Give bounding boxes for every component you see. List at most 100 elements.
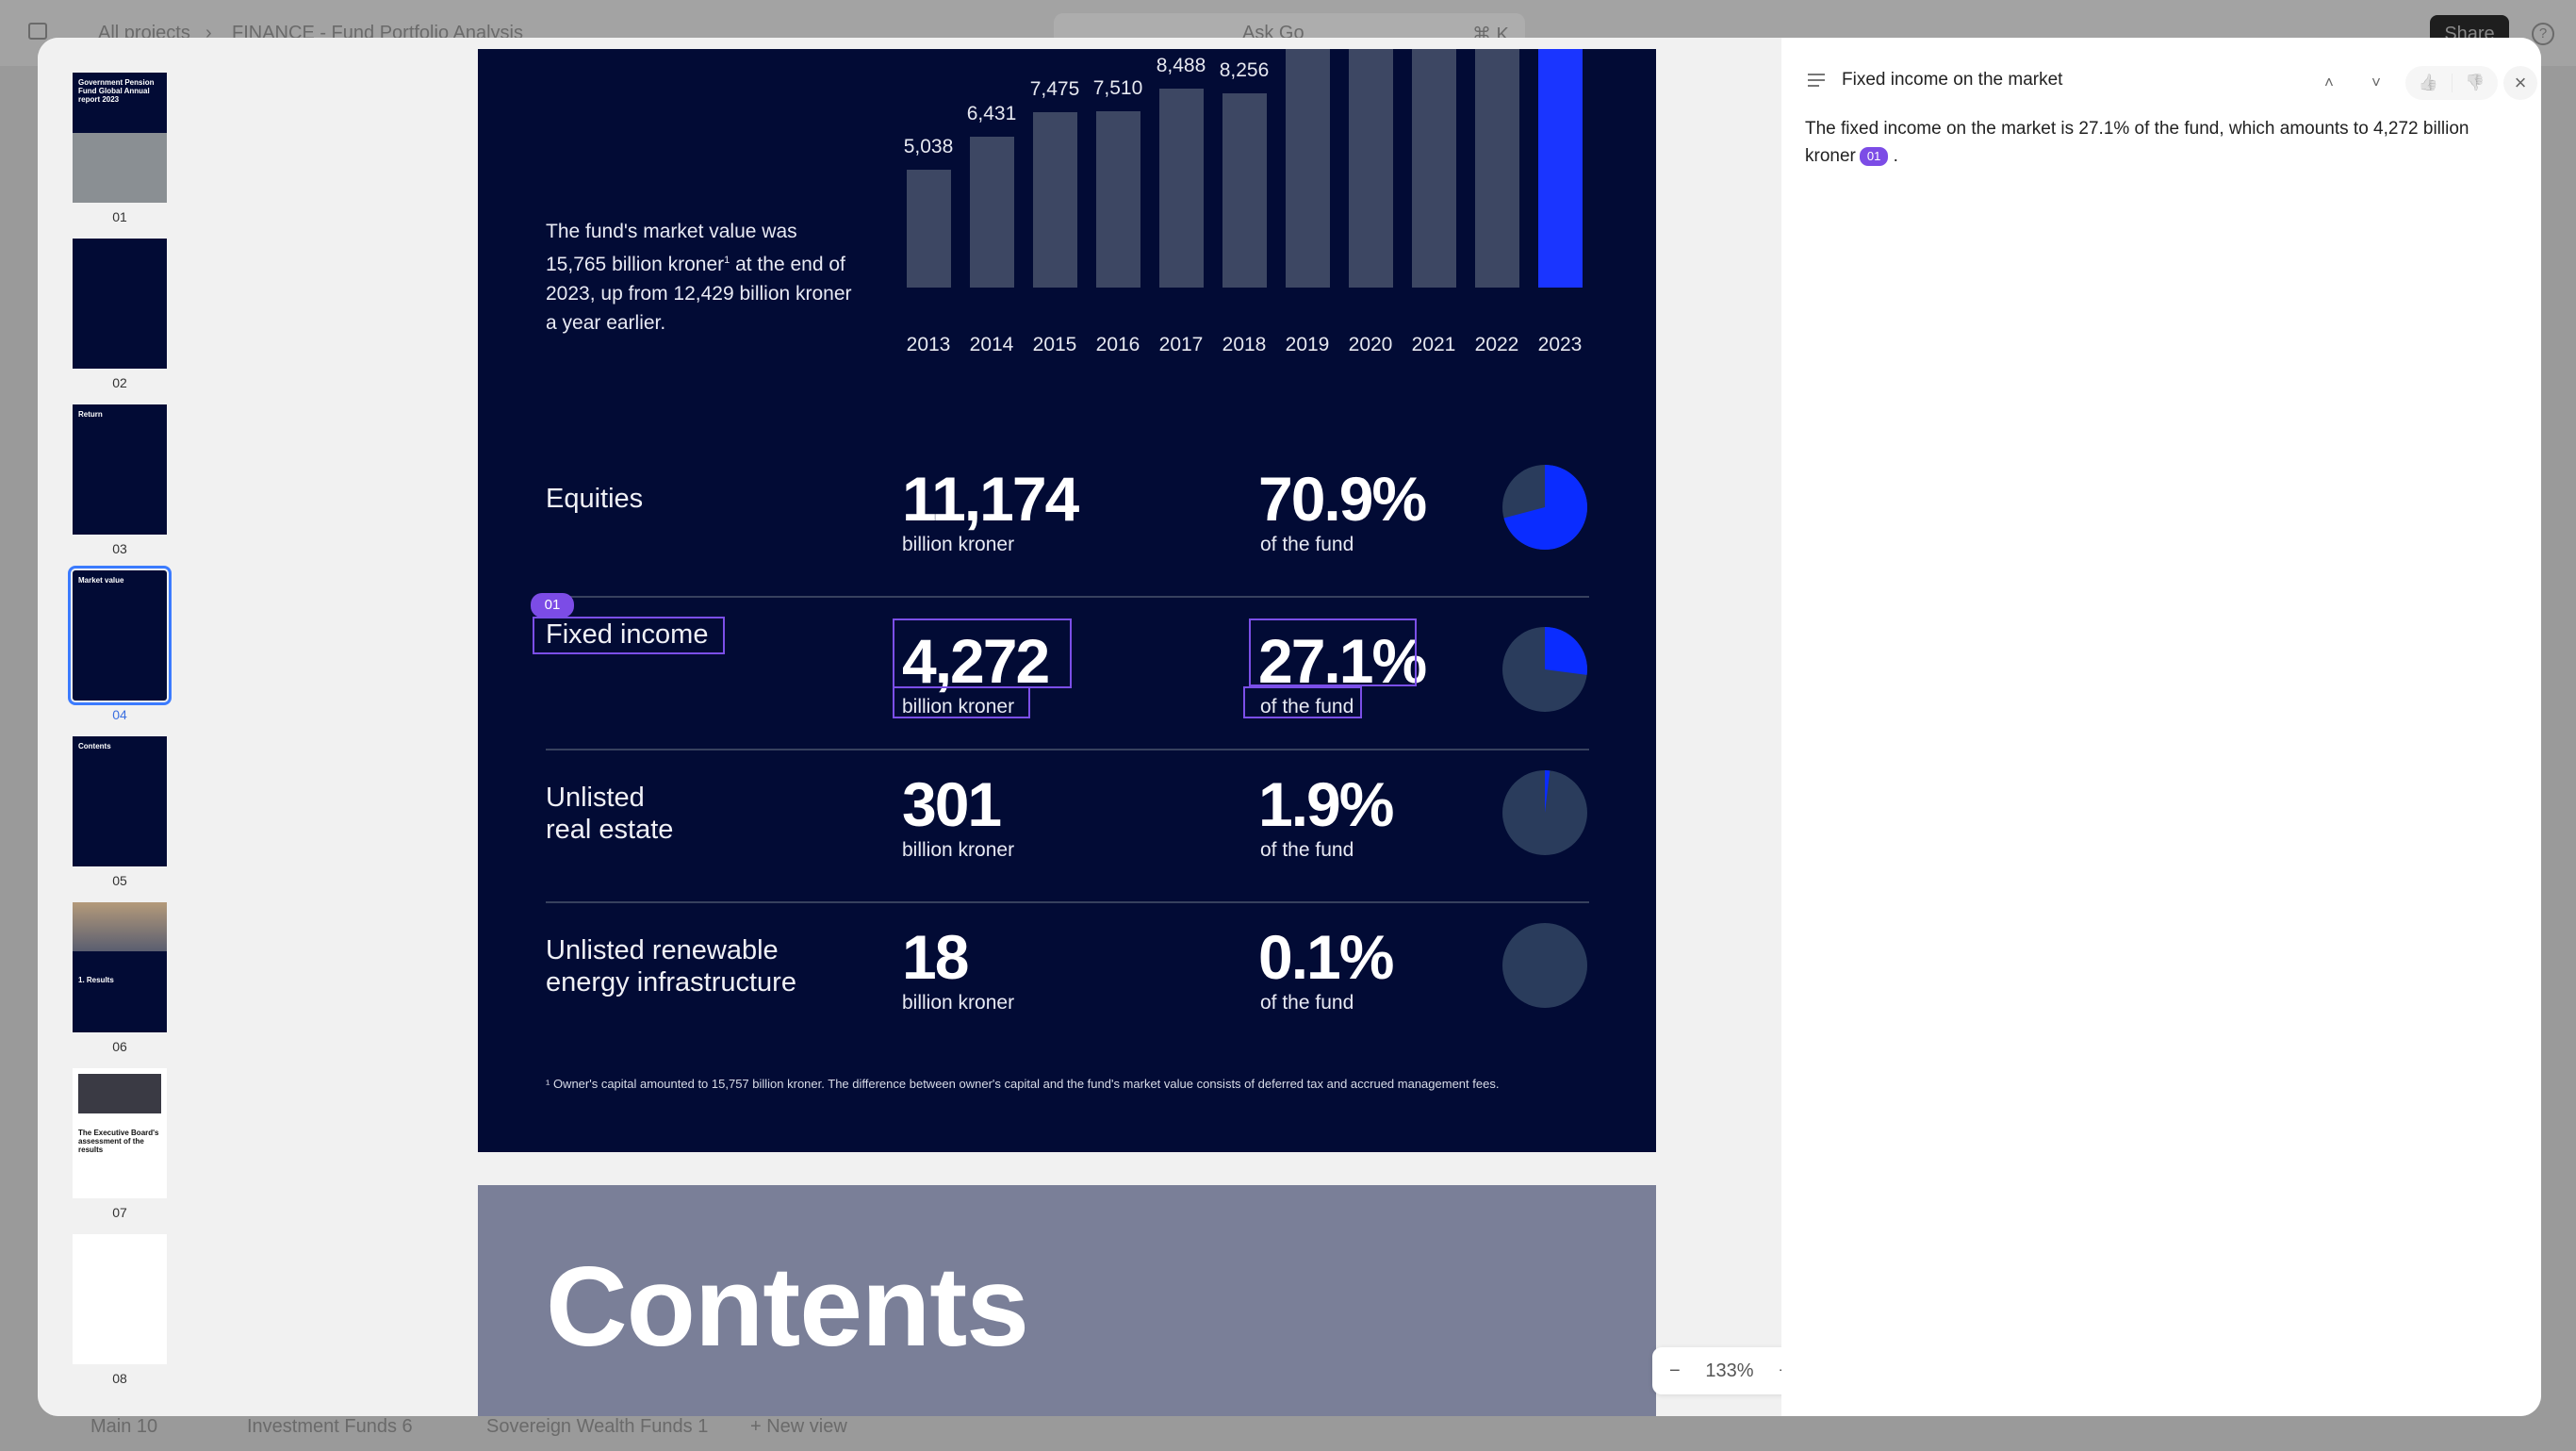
thumbnail-number: 04 bbox=[112, 707, 127, 722]
highlight-badge[interactable]: 01 bbox=[531, 593, 574, 618]
next-chevron-down-icon[interactable]: ˅ bbox=[2362, 66, 2390, 100]
row-unit: billion kroner bbox=[902, 992, 1015, 1014]
pie-rest bbox=[1502, 923, 1587, 1008]
bar-2020 bbox=[1349, 49, 1393, 288]
pie-share bbox=[1545, 627, 1587, 675]
asset-class-row: Equities 11,174 billion kroner 70.9% of … bbox=[478, 445, 1656, 598]
row-label-line: Unlisted renewable bbox=[546, 935, 779, 965]
share-pie-chart bbox=[1501, 626, 1588, 713]
feedback-group: 👍 👎 bbox=[2405, 66, 2498, 100]
bar-2018 bbox=[1222, 93, 1267, 288]
thumbnail-title: The Executive Board's assessment of the … bbox=[78, 1129, 159, 1154]
panel-answer: The fixed income on the market is 27.1% … bbox=[1805, 119, 2469, 166]
year-tick-label: 2023 bbox=[1537, 334, 1583, 355]
previous-chevron-up-icon[interactable]: ˄ bbox=[2315, 66, 2343, 100]
share-pie-chart bbox=[1501, 464, 1588, 551]
intro-text: The fund's market value was 15,765 billi… bbox=[546, 221, 852, 334]
citation-badge[interactable]: 01 bbox=[1859, 146, 1889, 166]
thumbnail-number: 05 bbox=[112, 873, 127, 888]
thumbnail-title: 1. Results bbox=[78, 976, 114, 984]
zoom-level: 133% bbox=[1705, 1360, 1754, 1381]
document-viewer[interactable]: The fund's market value was 15,765 billi… bbox=[240, 38, 1807, 1416]
bar-2016 bbox=[1096, 111, 1140, 288]
bar-value-label: 5,038 bbox=[903, 135, 954, 157]
row-unit: billion kroner bbox=[902, 534, 1015, 555]
asset-class-row: Unlisted renewable energy infrastructure … bbox=[478, 903, 1656, 1056]
thumbnail-page-08[interactable] bbox=[73, 1234, 167, 1364]
row-percent: 70.9% bbox=[1258, 464, 1427, 534]
page-market-value: The fund's market value was 15,765 billi… bbox=[478, 49, 1656, 1152]
asset-class-row: Fixed income 4,272 billion kroner 27.1% … bbox=[478, 593, 1656, 750]
highlight-box-percent bbox=[1249, 618, 1417, 686]
contents-heading: Contents bbox=[546, 1244, 1029, 1370]
row-percent-unit: of the fund bbox=[1260, 534, 1354, 555]
citation-panel: Fixed income on the market ˄ ˅ 👍 👎 × The… bbox=[1781, 38, 2541, 1416]
row-percent: 1.9% bbox=[1258, 769, 1394, 839]
page-contents: Contents bbox=[478, 1185, 1656, 1416]
bar-2019 bbox=[1286, 49, 1330, 288]
bar-2015 bbox=[1033, 111, 1077, 288]
thumbnail-title: Return bbox=[78, 410, 103, 419]
page-thumbnails[interactable]: Government Pension Fund Global Annual re… bbox=[38, 38, 240, 1416]
view-tab-investment-funds[interactable]: Investment Funds 6 bbox=[247, 1416, 413, 1438]
row-label-line: energy infrastructure bbox=[546, 967, 796, 998]
thumbnail-number: 03 bbox=[112, 541, 127, 556]
bar-value-label: 6,431 bbox=[966, 102, 1017, 124]
row-label-line: real estate bbox=[546, 815, 674, 845]
footnote: ¹ Owner's capital amounted to 15,757 bil… bbox=[546, 1077, 1500, 1091]
bar-value-label: 8,256 bbox=[1219, 59, 1270, 82]
view-tab-main[interactable]: Main 10 bbox=[90, 1416, 157, 1438]
row-value: 11,174 bbox=[902, 464, 1079, 534]
view-tabs: Main 10 Investment Funds 6 Sovereign Wea… bbox=[0, 1416, 2576, 1451]
row-label-line: Unlisted bbox=[546, 783, 645, 813]
share-pie-chart bbox=[1501, 769, 1588, 856]
row-unit: billion kroner bbox=[902, 839, 1015, 861]
thumbnail-page-02[interactable] bbox=[73, 239, 167, 369]
thumbnail-page-01[interactable]: Government Pension Fund Global Annual re… bbox=[73, 73, 167, 203]
asset-class-row: Unlisted real estate 301 billion kroner 1… bbox=[478, 750, 1656, 903]
close-icon[interactable]: × bbox=[2503, 66, 2537, 100]
thumbnail-number: 08 bbox=[112, 1371, 127, 1386]
panel-title: Fixed income on the market bbox=[1842, 70, 2063, 90]
bar-2014 bbox=[970, 136, 1014, 288]
row-label: Unlisted real estate bbox=[546, 782, 673, 846]
bar-2022 bbox=[1475, 49, 1519, 288]
thumbnail-number: 01 bbox=[112, 209, 127, 224]
thumbnail-page-06[interactable]: 1. Results bbox=[73, 902, 167, 1032]
thumbnail-number: 06 bbox=[112, 1039, 127, 1054]
thumbnail-page-03[interactable]: Return bbox=[73, 404, 167, 535]
row-percent-unit: of the fund bbox=[1260, 839, 1354, 861]
thumbnail-title: Contents bbox=[78, 742, 111, 750]
highlight-box-unit bbox=[893, 686, 1030, 718]
zoom-out-button[interactable]: − bbox=[1669, 1360, 1681, 1382]
thumbnail-page-05[interactable]: Contents bbox=[73, 736, 167, 866]
document-viewer-modal: Government Pension Fund Global Annual re… bbox=[38, 38, 2541, 1416]
bar-2013 bbox=[907, 169, 951, 288]
thumbnail-title: Government Pension Fund Global Annual re… bbox=[78, 78, 155, 104]
thumbnail-number: 07 bbox=[112, 1205, 127, 1220]
thumbnail-page-07[interactable]: The Executive Board's assessment of the … bbox=[73, 1068, 167, 1198]
list-icon bbox=[1808, 74, 1825, 91]
row-label: Unlisted renewable energy infrastructure bbox=[546, 934, 796, 998]
thumbnail-page-04[interactable]: Market value bbox=[68, 566, 172, 705]
thumbs-down-icon[interactable]: 👎 bbox=[2452, 74, 2498, 92]
bar-2017 bbox=[1159, 88, 1204, 288]
share-pie-chart bbox=[1501, 922, 1588, 1009]
bar-value-label: 7,510 bbox=[1092, 77, 1143, 99]
highlight-box-percent-unit bbox=[1243, 686, 1362, 718]
thumbnail-number: 02 bbox=[112, 375, 127, 390]
thumbs-up-icon[interactable]: 👍 bbox=[2405, 74, 2452, 92]
row-label-line: Equities bbox=[546, 484, 644, 514]
highlight-box-value bbox=[893, 618, 1072, 688]
view-tab-sovereign-wealth-funds[interactable]: Sovereign Wealth Funds 1 bbox=[486, 1416, 708, 1438]
row-value: 301 bbox=[902, 769, 1002, 839]
thumbnail-title: Market value bbox=[78, 576, 124, 585]
bar-2023 bbox=[1538, 49, 1583, 288]
row-label: Equities bbox=[546, 483, 643, 515]
highlight-box-label bbox=[533, 617, 725, 654]
row-percent-unit: of the fund bbox=[1260, 992, 1354, 1014]
bar-2021 bbox=[1412, 49, 1456, 288]
new-view-button[interactable]: + New view bbox=[750, 1416, 847, 1438]
row-value: 18 bbox=[902, 922, 969, 992]
row-percent: 0.1% bbox=[1258, 922, 1394, 992]
